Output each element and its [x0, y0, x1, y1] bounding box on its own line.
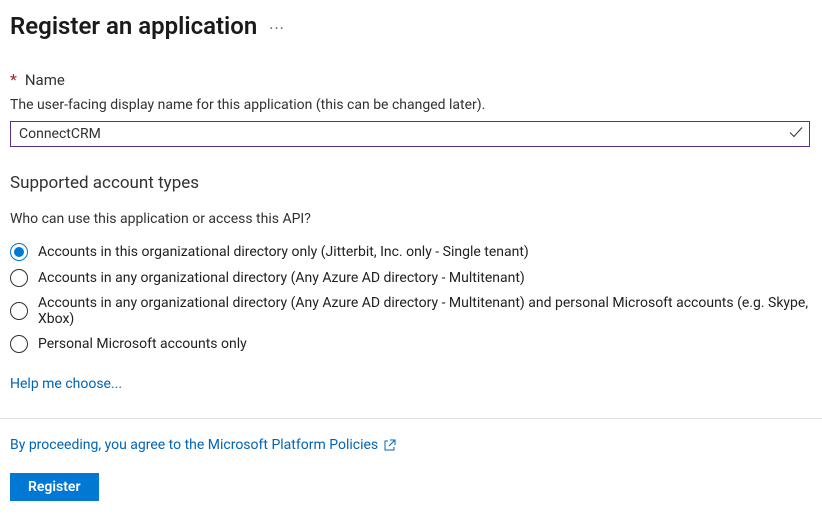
external-link-icon — [384, 439, 396, 451]
ellipsis-icon[interactable]: ··· — [269, 19, 285, 38]
name-hint: The user-facing display name for this ap… — [10, 97, 812, 113]
page-title-row: Register an application ··· — [10, 12, 812, 40]
radio-icon — [10, 269, 28, 287]
account-types-section: Supported account types Who can use this… — [10, 173, 812, 392]
account-type-label: Accounts in any organizational directory… — [38, 270, 525, 286]
help-me-choose-link[interactable]: Help me choose... — [10, 376, 122, 392]
name-input[interactable] — [10, 121, 810, 147]
account-types-radio-group: Accounts in this organizational director… — [10, 243, 812, 353]
radio-icon — [10, 335, 28, 353]
required-asterisk: * — [10, 70, 17, 89]
register-button[interactable]: Register — [10, 473, 99, 501]
name-label: Name — [25, 71, 65, 89]
platform-policies-link[interactable]: By proceeding, you agree to the Microsof… — [10, 437, 378, 453]
name-label-row: * Name — [10, 70, 812, 89]
account-types-question: Who can use this application or access t… — [10, 211, 812, 227]
footer-divider — [0, 418, 822, 419]
account-type-label: Accounts in any organizational directory… — [38, 295, 812, 327]
radio-icon — [10, 302, 28, 320]
radio-icon — [10, 243, 28, 261]
consent-row: By proceeding, you agree to the Microsof… — [10, 437, 812, 453]
account-type-label: Personal Microsoft accounts only — [38, 336, 247, 352]
page-title: Register an application — [10, 12, 257, 40]
account-type-option-3[interactable]: Personal Microsoft accounts only — [10, 335, 812, 353]
account-type-option-0[interactable]: Accounts in this organizational director… — [10, 243, 812, 261]
account-type-label: Accounts in this organizational director… — [38, 244, 529, 260]
name-input-wrap — [10, 121, 810, 147]
name-section: * Name The user-facing display name for … — [10, 70, 812, 147]
account-types-heading: Supported account types — [10, 173, 812, 193]
account-type-option-1[interactable]: Accounts in any organizational directory… — [10, 269, 812, 287]
account-type-option-2[interactable]: Accounts in any organizational directory… — [10, 295, 812, 327]
